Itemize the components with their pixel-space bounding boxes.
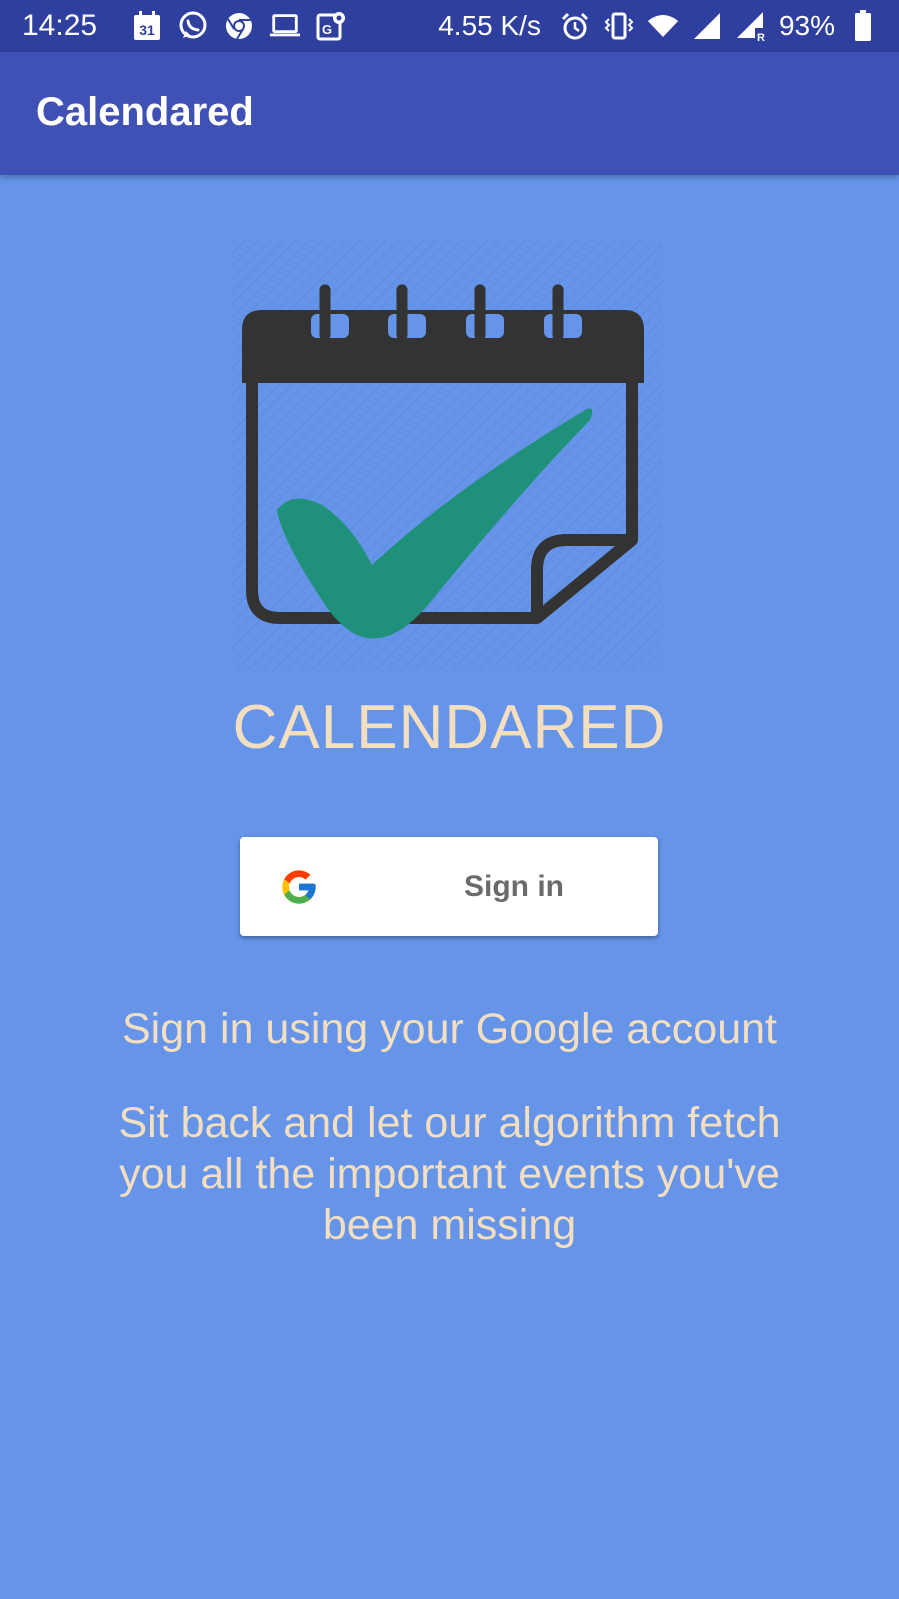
status-left: 14:25 31 G: [22, 9, 347, 43]
alarm-icon: [559, 10, 591, 42]
signal-icon: [691, 10, 723, 42]
tagline: Sign in using your Google account: [122, 1005, 777, 1053]
vibrate-icon: [603, 10, 635, 42]
calendar-date: 31: [139, 22, 155, 38]
description: Sit back and let our algorithm fetch you…: [118, 1099, 781, 1249]
app-bar: Calendared: [0, 52, 899, 175]
status-right: 4.55 K/s R 93%: [438, 10, 879, 42]
google-g-icon: [279, 867, 319, 907]
signin-label: Sign in: [464, 870, 564, 903]
whatsapp-icon: [177, 10, 209, 42]
status-bar: 14:25 31 G 4.55 K/s R 93%: [0, 0, 899, 52]
signal-roaming-icon: R: [735, 10, 767, 42]
calendar-icon: 31: [131, 10, 163, 42]
status-time: 14:25: [22, 9, 98, 42]
laptop-icon: [269, 10, 301, 42]
svg-text:G: G: [322, 22, 332, 37]
calendar-check-icon: [232, 240, 662, 670]
battery-percentage: 93%: [778, 10, 835, 41]
app-title: Calendared: [36, 90, 254, 134]
network-speed: 4.55 K/s: [438, 10, 541, 41]
chrome-icon: [223, 10, 255, 42]
logo-wordmark: CALENDARED: [232, 693, 667, 762]
maps-icon: G: [315, 10, 347, 42]
wifi-icon: [647, 10, 679, 42]
google-signin-button[interactable]: Sign in: [240, 837, 658, 936]
svg-text:R: R: [757, 32, 765, 42]
battery-icon: [847, 10, 879, 42]
